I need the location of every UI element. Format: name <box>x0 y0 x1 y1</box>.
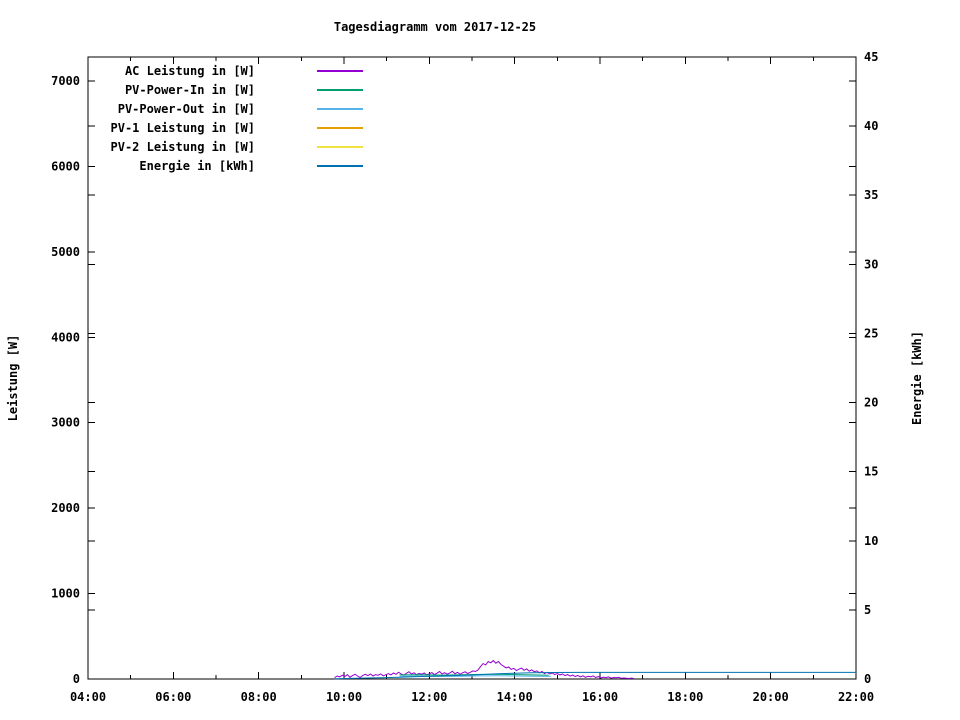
x-tick-label: 06:00 <box>155 690 191 704</box>
y-tick-label-right: 10 <box>864 534 878 548</box>
y-tick-label-left: 0 <box>73 672 80 686</box>
x-tick-label: 14:00 <box>497 690 533 704</box>
legend-label: AC Leistung in [W] <box>125 64 255 78</box>
y-tick-label-right: 35 <box>864 188 878 202</box>
legend-label: PV-2 Leistung in [W] <box>111 140 256 154</box>
y-tick-label-left: 7000 <box>51 74 80 88</box>
y-tick-label-right: 40 <box>864 119 878 133</box>
y-tick-label-left: 4000 <box>51 330 80 344</box>
y-tick-label-left: 2000 <box>51 501 80 515</box>
y-axis-label-left: Leistung [W] <box>6 335 20 422</box>
y-tick-label-right: 15 <box>864 465 878 479</box>
y-tick-label-left: 6000 <box>51 159 80 173</box>
y-tick-label-right: 45 <box>864 50 878 64</box>
x-tick-label: 04:00 <box>70 690 106 704</box>
x-tick-label: 08:00 <box>241 690 277 704</box>
y-tick-label-right: 5 <box>864 603 871 617</box>
x-tick-label: 12:00 <box>411 690 447 704</box>
legend-label: Energie in [kWh] <box>139 159 255 173</box>
x-tick-label: 20:00 <box>753 690 789 704</box>
x-tick-label: 10:00 <box>326 690 362 704</box>
x-tick-label: 18:00 <box>667 690 703 704</box>
y-tick-label-right: 20 <box>864 396 878 410</box>
y-tick-label-right: 0 <box>864 672 871 686</box>
y-tick-label-right: 30 <box>864 257 878 271</box>
y-tick-label-left: 3000 <box>51 416 80 430</box>
y-tick-label-left: 5000 <box>51 245 80 259</box>
y-axis-label-right: Energie [kWh] <box>910 331 924 425</box>
x-tick-label: 22:00 <box>838 690 874 704</box>
plot-svg: Tagesdiagramm vom 2017-12-25 Leistung [W… <box>6 20 924 704</box>
legend-label: PV-Power-In in [W] <box>125 83 255 97</box>
chart-title: Tagesdiagramm vom 2017-12-25 <box>334 20 536 34</box>
legend-label: PV-1 Leistung in [W] <box>111 121 256 135</box>
y-tick-label-left: 1000 <box>51 587 80 601</box>
legend-label: PV-Power-Out in [W] <box>118 102 255 116</box>
y-tick-label-right: 25 <box>864 326 878 340</box>
legend: AC Leistung in [W] PV-Power-In in [W] PV-P… <box>111 64 363 173</box>
x-tick-label: 16:00 <box>582 690 618 704</box>
chart: Tagesdiagramm vom 2017-12-25 Leistung [W… <box>0 0 960 720</box>
